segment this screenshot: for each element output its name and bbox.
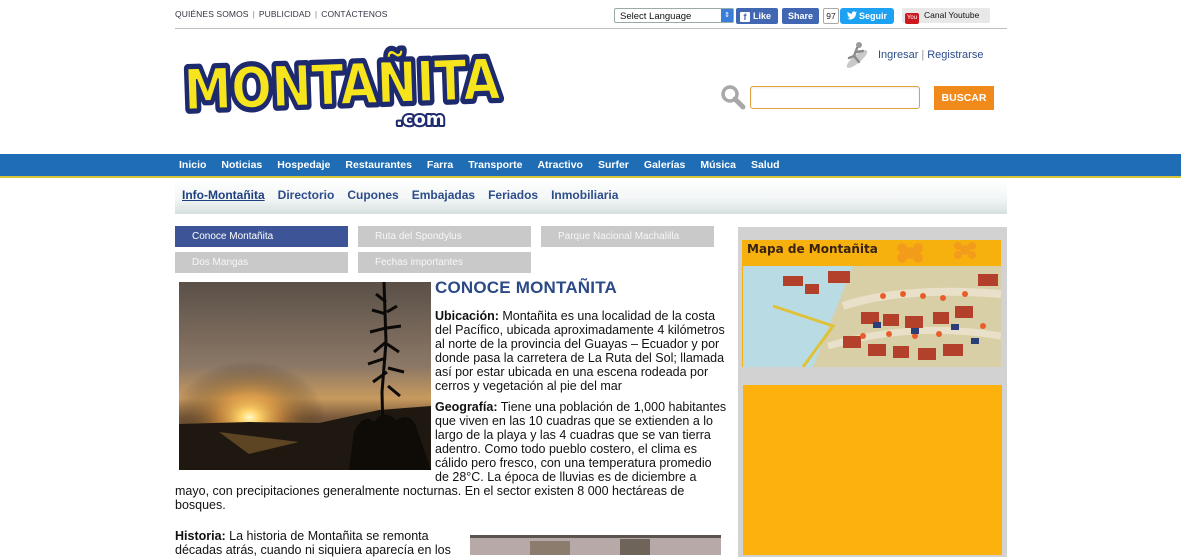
language-select-value: Select Language (620, 11, 692, 22)
nav-item-hospedaje[interactable]: Hospedaje (277, 154, 330, 176)
register-link[interactable]: Registrarse (927, 49, 983, 61)
advertisement-box[interactable] (743, 385, 1002, 555)
chevron-down-icon: ⇕ (721, 9, 733, 22)
tab-fechas-importantes[interactable]: Fechas importantes (358, 252, 531, 273)
tab-parque-nacional-machalilla[interactable]: Parque Nacional Machalilla (541, 226, 714, 247)
tab-dos-mangas[interactable]: Dos Mangas (175, 252, 348, 273)
search-icon (721, 85, 746, 110)
twitter-follower-count: 97 (823, 8, 839, 24)
main-nav: Inicio Noticias Hospedaje Restaurantes F… (0, 154, 1181, 178)
subnav-item-embajadas[interactable]: Embajadas (412, 188, 475, 202)
twitter-icon (846, 11, 857, 20)
geografia-label: Geografía: (435, 400, 498, 415)
article-title: CONOCE MONTAÑITA (435, 278, 617, 297)
nav-item-surfer[interactable]: Surfer (598, 154, 629, 176)
twitter-follow-button[interactable]: Seguir (840, 8, 894, 24)
tab-conoce-montanita[interactable]: Conoce Montañita (175, 226, 348, 247)
subnav-item-feriados[interactable]: Feriados (488, 188, 538, 202)
photo-spacer (175, 310, 435, 473)
town-photo (470, 535, 721, 555)
nav-item-inicio[interactable]: Inicio (179, 154, 206, 176)
facebook-share-button[interactable]: Share (782, 8, 819, 24)
top-link-quienes-somos[interactable]: QUIÉNES SOMOS (175, 9, 249, 19)
town-map-image[interactable] (743, 266, 1001, 367)
nav-item-farra[interactable]: Farra (427, 154, 453, 176)
search-button[interactable]: BUSCAR (934, 86, 994, 110)
tab-ruta-del-spondylus[interactable]: Ruta del Spondylus (358, 226, 531, 247)
nav-item-galerias[interactable]: Galerías (644, 154, 685, 176)
logo-dotcom: .com (396, 109, 445, 130)
subnav-item-info-montanita[interactable]: Info-Montañita (182, 188, 265, 202)
facebook-icon: f (740, 12, 750, 22)
nav-item-musica[interactable]: Música (700, 154, 736, 176)
auth-links: Ingresar | Registrarse (878, 49, 983, 61)
nav-item-atractivo[interactable]: Atractivo (537, 154, 583, 176)
flower-decoration (897, 242, 976, 263)
top-links: QUIÉNES SOMOS | PUBLICIDAD | CONTÁCTENOS (175, 9, 387, 19)
subnav-item-directorio[interactable]: Directorio (278, 188, 335, 202)
nav-item-salud[interactable]: Salud (751, 154, 780, 176)
montanita-logo[interactable]: MONTAÑITA MONTAÑITA .com (178, 40, 508, 132)
language-select[interactable]: Select Language ⇕ (614, 8, 734, 23)
search-input[interactable] (750, 86, 920, 109)
top-link-contactenos[interactable]: CONTÁCTENOS (321, 9, 387, 19)
top-divider (175, 28, 1007, 29)
youtube-channel-button[interactable]: You Canal Youtube (902, 8, 990, 24)
separator: | (252, 9, 255, 19)
separator: | (921, 49, 925, 61)
sub-nav: Info-Montañita Directorio Cupones Embaja… (175, 178, 1007, 214)
facebook-like-label: Like (753, 11, 772, 21)
nav-item-noticias[interactable]: Noticias (221, 154, 262, 176)
nav-item-transporte[interactable]: Transporte (468, 154, 522, 176)
ubicacion-label: Ubicación: (435, 309, 499, 323)
subnav-item-inmobiliaria[interactable]: Inmobiliaria (551, 188, 618, 202)
nav-item-restaurantes[interactable]: Restaurantes (345, 154, 412, 176)
logo-text: MONTAÑITA (183, 48, 502, 124)
top-link-publicidad[interactable]: PUBLICIDAD (259, 9, 311, 19)
surfer-login-icon (846, 42, 868, 68)
paragraph-historia: Historia: La historia de Montañita se re… (175, 529, 465, 558)
map-title: Mapa de Montañita (747, 242, 878, 256)
youtube-channel-label: Canal Youtube (924, 10, 980, 20)
subnav-item-cupones[interactable]: Cupones (347, 188, 398, 202)
separator: | (314, 9, 318, 19)
youtube-icon: You (905, 13, 919, 24)
historia-label: Historia: (175, 529, 226, 543)
twitter-follow-label: Seguir (858, 11, 887, 21)
facebook-like-button[interactable]: f Like (736, 8, 778, 24)
article-body: Ubicación: Montañita es una localidad de… (175, 309, 727, 521)
login-link[interactable]: Ingresar (878, 49, 918, 61)
